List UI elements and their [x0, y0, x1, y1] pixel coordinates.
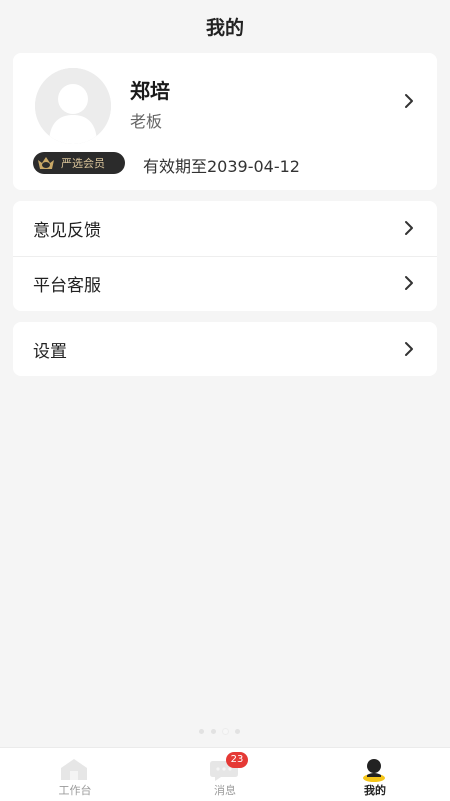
- vip-crown-icon: [38, 157, 54, 169]
- member-badge-label: 严选会员: [61, 157, 105, 170]
- menu-group-2: 设置: [13, 322, 437, 376]
- user-role: 老板: [130, 112, 163, 131]
- profile-card[interactable]: 郑培 老板 严选会员 有效期至2039-04-12: [13, 53, 437, 190]
- member-badge: 严选会员: [33, 152, 125, 174]
- tab-messages[interactable]: 23 消息: [150, 748, 300, 801]
- menu-item-settings[interactable]: 设置: [13, 322, 437, 376]
- page-dot-active: [223, 729, 228, 734]
- chevron-right-icon[interactable]: [399, 91, 419, 111]
- menu-item-label: 平台客服: [33, 276, 101, 296]
- bottom-tab-bar: 工作台 23 消息 我的: [0, 747, 450, 801]
- membership-validity: 有效期至2039-04-12: [143, 157, 300, 176]
- chevron-right-icon: [405, 342, 413, 356]
- user-name: 郑培: [130, 79, 170, 103]
- menu-group-1: 意见反馈 平台客服: [13, 201, 437, 311]
- tab-label: 消息: [214, 784, 236, 797]
- tab-label: 工作台: [58, 784, 92, 797]
- home-icon: [61, 759, 87, 780]
- page-dot: [199, 729, 204, 734]
- menu-item-label: 设置: [33, 341, 67, 362]
- tab-label: 我的: [364, 784, 386, 797]
- page-title: 我的: [205, 16, 244, 39]
- page-dot: [235, 729, 240, 734]
- menu-item-feedback[interactable]: 意见反馈: [13, 201, 437, 256]
- unread-count-badge: 23: [226, 752, 248, 768]
- chevron-right-icon: [405, 221, 413, 235]
- menu-item-customer-service[interactable]: 平台客服: [13, 256, 437, 311]
- chevron-right-icon: [405, 276, 413, 290]
- default-avatar-icon: [35, 68, 111, 144]
- menu-item-label: 意见反馈: [33, 221, 101, 241]
- user-icon: [363, 759, 385, 782]
- avatar[interactable]: [35, 68, 111, 144]
- nav-header: 我的: [0, 0, 450, 52]
- tab-mine[interactable]: 我的: [300, 748, 450, 801]
- page-indicator: [199, 729, 240, 734]
- page-dot: [211, 729, 216, 734]
- tab-workbench[interactable]: 工作台: [0, 748, 150, 801]
